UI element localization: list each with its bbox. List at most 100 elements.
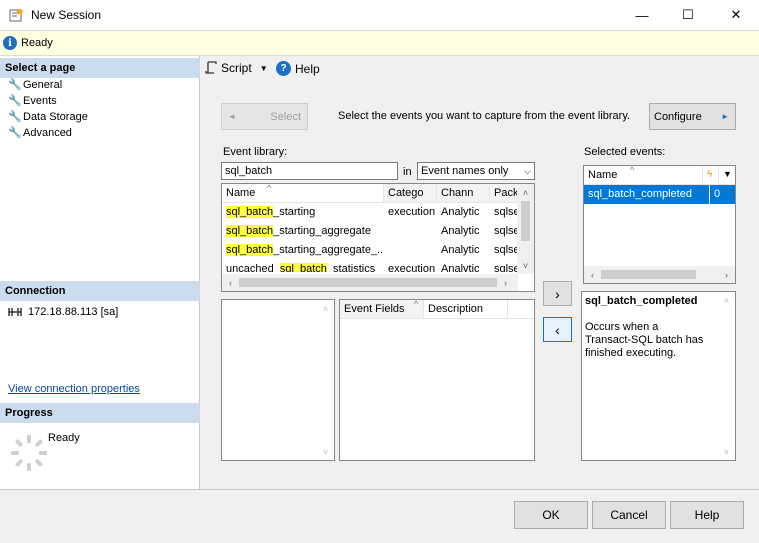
scroll-left-icon[interactable]: ‹ bbox=[222, 274, 239, 291]
connection-info: 172.18.88.113 [sa] bbox=[8, 306, 118, 318]
connection-header: Connection bbox=[0, 281, 200, 301]
selected-events-grid: Name ^ ϟ ▼ sql_batch_completed 0 ‹ › bbox=[583, 165, 736, 284]
scroll-up-icon[interactable]: ˄ bbox=[718, 292, 735, 309]
select-button[interactable]: ◄ Select bbox=[221, 103, 308, 130]
chevron-down-icon: ⌵ bbox=[524, 165, 531, 176]
table-row[interactable]: uncached_sql_batch_statistics execution … bbox=[222, 260, 534, 272]
event-library-label: Event library: bbox=[223, 146, 288, 158]
window-title: New Session bbox=[31, 8, 102, 22]
script-icon bbox=[205, 61, 217, 74]
page-item-label: Data Storage bbox=[23, 111, 88, 123]
left-panel: Select a page 🔧 General 🔧 Events 🔧 Data Sto… bbox=[0, 56, 200, 489]
view-connection-properties-link[interactable]: View connection properties bbox=[8, 383, 140, 395]
script-label: Script bbox=[221, 61, 252, 75]
column-header-channel[interactable]: Chann bbox=[437, 184, 490, 202]
scroll-left-icon[interactable]: ‹ bbox=[584, 266, 601, 283]
right-arrow-icon: ► bbox=[721, 112, 729, 121]
help-button[interactable]: Help bbox=[670, 501, 744, 529]
event-search-input[interactable]: sql_batch bbox=[221, 162, 398, 180]
vertical-scrollbar[interactable]: ˄ ˅ bbox=[317, 300, 334, 460]
lightning-icon[interactable]: ϟ bbox=[703, 166, 719, 184]
page-item-events[interactable]: 🔧 Events bbox=[8, 95, 57, 107]
maximize-button[interactable]: ☐ bbox=[665, 0, 711, 30]
instructions-text: Select the events you want to capture fr… bbox=[338, 110, 631, 122]
page-item-data-storage[interactable]: 🔧 Data Storage bbox=[8, 111, 88, 123]
column-header-description[interactable]: Description bbox=[424, 300, 508, 318]
event-filter-select[interactable]: Event names only ⌵ bbox=[417, 162, 535, 180]
selected-events-label: Selected events: bbox=[584, 146, 666, 158]
scrollbar-thumb[interactable] bbox=[601, 270, 696, 279]
scroll-down-icon[interactable]: ˅ bbox=[718, 443, 735, 460]
configure-button[interactable]: Configure ► bbox=[649, 103, 736, 130]
minimize-button[interactable]: — bbox=[619, 0, 665, 30]
sort-up-icon: ^ bbox=[414, 300, 419, 309]
close-button[interactable]: ✕ bbox=[713, 0, 759, 30]
info-icon: i bbox=[3, 36, 17, 50]
left-arrow-icon: ◄ bbox=[228, 112, 236, 121]
minimize-icon: — bbox=[635, 7, 649, 23]
remove-event-button[interactable]: ‹ bbox=[543, 317, 572, 342]
scroll-up-icon[interactable]: ˄ bbox=[517, 184, 534, 201]
page-item-label: Advanced bbox=[23, 127, 72, 139]
select-button-label: Select bbox=[270, 110, 301, 123]
scroll-right-icon[interactable]: › bbox=[718, 266, 735, 283]
scroll-up-icon[interactable]: ˄ bbox=[317, 300, 334, 317]
event-description-pane: ˄ ˅ bbox=[221, 299, 335, 461]
grid-header: Event Fields ^ Description bbox=[340, 300, 534, 319]
column-header-event-fields[interactable]: Event Fields ^ bbox=[340, 300, 424, 318]
wrench-icon: 🔧 bbox=[8, 94, 22, 107]
ok-button[interactable]: OK bbox=[514, 501, 588, 529]
page-item-label: General bbox=[23, 79, 63, 91]
scrollbar-thumb[interactable] bbox=[521, 201, 530, 241]
progress-header: Progress bbox=[0, 403, 200, 423]
table-row[interactable]: sql_batch_starting_aggregate Analytic sq… bbox=[222, 222, 534, 241]
progress-status: Ready bbox=[48, 432, 80, 444]
sort-up-icon: ^ bbox=[267, 184, 272, 193]
help-toolbar-button[interactable]: ? Help bbox=[276, 61, 320, 76]
page-item-advanced[interactable]: 🔧 Advanced bbox=[8, 127, 72, 139]
vertical-scrollbar[interactable]: ˄ ˅ bbox=[718, 292, 735, 460]
sort-up-icon: ^ bbox=[630, 166, 635, 175]
scroll-right-icon[interactable]: › bbox=[497, 274, 514, 291]
column-header-name[interactable]: Name ^ bbox=[584, 166, 703, 184]
filter-icon[interactable]: ▼ bbox=[719, 166, 735, 184]
cancel-button[interactable]: Cancel bbox=[592, 501, 666, 529]
configure-button-label: Configure bbox=[654, 110, 702, 123]
help-label: Help bbox=[295, 61, 320, 76]
scrollbar-thumb[interactable] bbox=[239, 278, 497, 287]
table-row[interactable]: sql_batch_starting execution Analytic sq… bbox=[222, 203, 534, 222]
event-detail-pane: sql_batch_completed Occurs when a Transa… bbox=[581, 291, 736, 461]
table-row[interactable]: sql_batch_starting_aggregate_... Analyti… bbox=[222, 241, 534, 260]
wrench-icon: 🔧 bbox=[8, 78, 22, 91]
vertical-scrollbar[interactable]: ˄ ˅ bbox=[517, 184, 534, 274]
horizontal-scrollbar[interactable]: ‹ › bbox=[584, 266, 735, 283]
column-header-name[interactable]: Name ^ bbox=[222, 184, 384, 202]
status-text: Ready bbox=[21, 37, 53, 49]
table-row[interactable]: sql_batch_completed 0 bbox=[584, 185, 735, 204]
select-page-header: Select a page bbox=[0, 58, 200, 78]
help-icon: ? bbox=[276, 61, 291, 76]
grid-header: Name ^ Catego Chann Pack bbox=[222, 184, 534, 203]
page-item-label: Events bbox=[23, 95, 57, 107]
column-header-package[interactable]: Pack bbox=[490, 184, 520, 202]
app-icon bbox=[9, 8, 24, 22]
chevron-left-icon: ‹ bbox=[555, 321, 560, 338]
event-library-grid: Name ^ Catego Chann Pack sql_batch_starti… bbox=[221, 183, 535, 292]
horizontal-scrollbar[interactable]: ‹ › bbox=[222, 274, 518, 291]
maximize-icon: ☐ bbox=[682, 7, 694, 22]
page-item-general[interactable]: 🔧 General bbox=[8, 79, 62, 91]
scroll-down-icon[interactable]: ˅ bbox=[317, 443, 334, 460]
progress-spinner-icon bbox=[11, 435, 47, 471]
event-detail-title: sql_batch_completed bbox=[585, 295, 698, 307]
connection-value: 172.18.88.113 [sa] bbox=[28, 306, 119, 318]
close-icon: ✕ bbox=[730, 7, 742, 22]
script-button[interactable]: Script ▼ bbox=[205, 61, 268, 75]
dropdown-arrow-icon: ▼ bbox=[259, 63, 268, 73]
status-bar: i Ready bbox=[0, 30, 759, 56]
grid-header: Name ^ ϟ ▼ bbox=[584, 166, 735, 185]
scroll-down-icon[interactable]: ˅ bbox=[517, 257, 534, 274]
add-event-button[interactable]: › bbox=[543, 281, 572, 306]
wrench-icon: 🔧 bbox=[8, 110, 22, 123]
column-header-category[interactable]: Catego bbox=[384, 184, 437, 202]
server-connection-icon bbox=[8, 308, 22, 316]
